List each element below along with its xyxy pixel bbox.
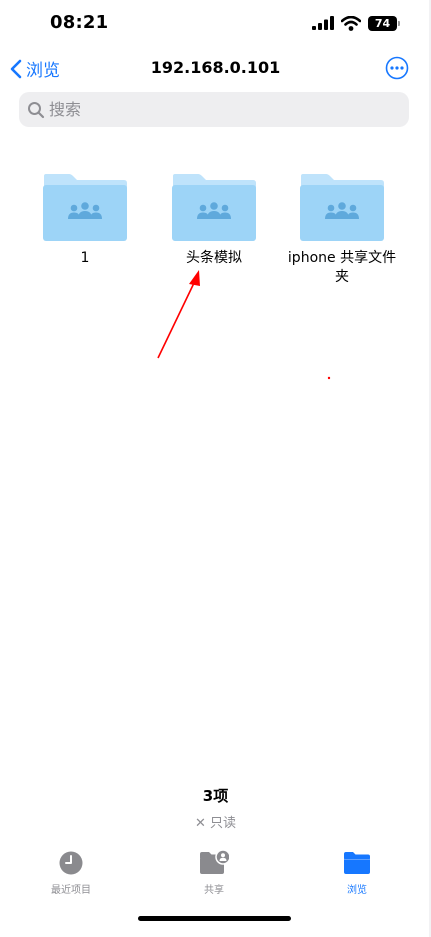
- wifi-icon: [341, 15, 361, 31]
- readonly-status: ✕ 只读: [0, 812, 431, 831]
- tab-bar: 最近项目 共享 浏览: [0, 848, 431, 908]
- item-count: 3项: [202, 787, 229, 805]
- status-bar: 08:21 74: [0, 0, 431, 48]
- folder-name: iphone 共享文件夹: [287, 250, 397, 285]
- clock-icon: [59, 851, 83, 875]
- tab-recents[interactable]: 最近项目: [21, 848, 121, 896]
- battery-icon: 74: [368, 15, 400, 31]
- folder-name: 1: [80, 250, 90, 266]
- tab-browse[interactable]: 浏览: [307, 848, 407, 896]
- tab-label: 最近项目: [51, 885, 91, 896]
- shared-folder-icon: [300, 174, 384, 241]
- folder-icon: [344, 852, 370, 874]
- search-input[interactable]: [49, 100, 379, 119]
- shared-folder-icon: [43, 174, 127, 241]
- folder-item[interactable]: 头条模拟: [154, 172, 274, 268]
- status-icons: 74: [312, 14, 400, 32]
- folder-grid: 1 头条模拟 iphone 共享文件夹: [0, 172, 431, 302]
- more-options-icon[interactable]: [385, 56, 409, 80]
- page-title: 192.168.0.101: [150, 58, 281, 77]
- shared-folder-icon: [172, 174, 256, 241]
- tab-label: 浏览: [347, 885, 367, 896]
- tab-label: 共享: [204, 885, 224, 896]
- folder-name: 头条模拟: [186, 250, 242, 266]
- navigation-bar: 浏览 192.168.0.101: [0, 52, 431, 86]
- annotation-dot-icon: [327, 376, 331, 380]
- search-bar[interactable]: [19, 92, 409, 127]
- cellular-signal-icon: [312, 16, 334, 30]
- search-icon: [28, 101, 45, 118]
- tab-shared[interactable]: 共享: [164, 848, 264, 896]
- folder-summary: 3项 ✕ 只读: [0, 785, 431, 831]
- folder-item[interactable]: 1: [25, 172, 145, 268]
- folder-item[interactable]: iphone 共享文件夹: [282, 172, 402, 287]
- close-icon: ✕: [194, 816, 206, 831]
- status-time: 08:21: [50, 12, 109, 33]
- readonly-label: 只读: [210, 816, 237, 831]
- home-indicator[interactable]: [138, 916, 291, 921]
- shared-folder-icon: [200, 849, 229, 874]
- battery-level: 74: [374, 16, 391, 30]
